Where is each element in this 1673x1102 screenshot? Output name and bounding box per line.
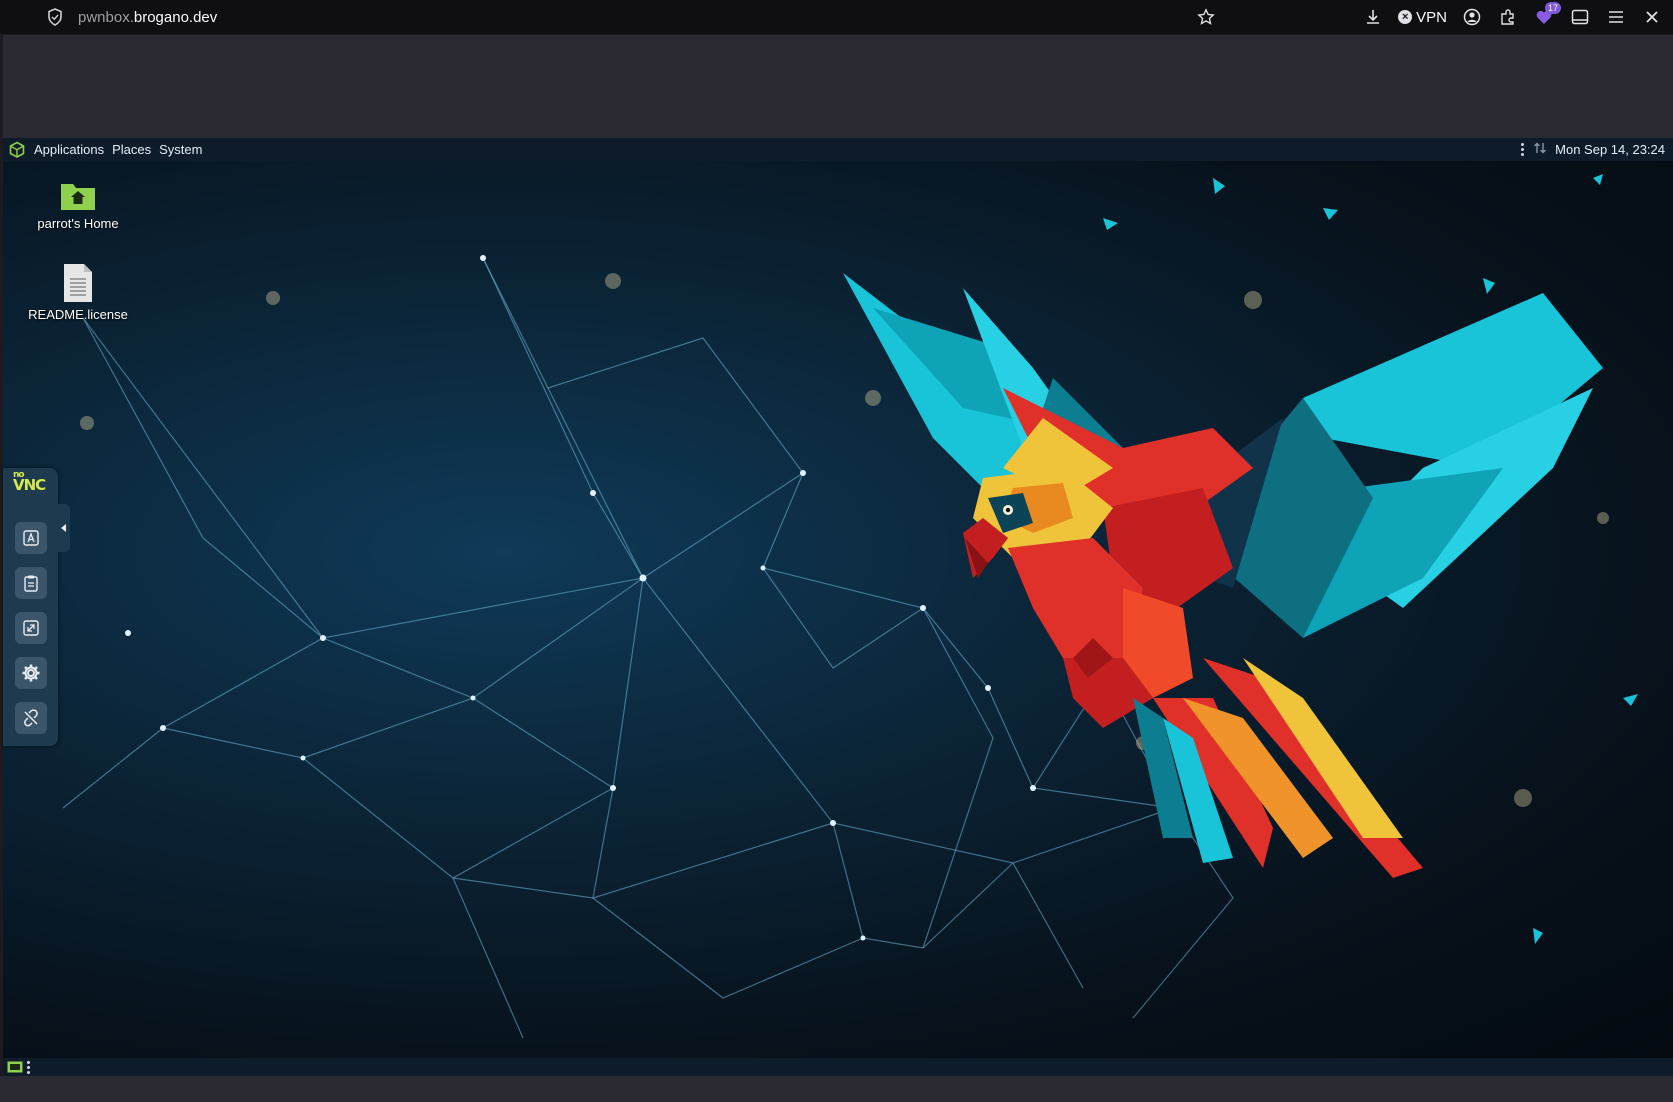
parrot-illustration: [843, 273, 1603, 878]
panel-right: Mon Sep 14, 23:24: [1521, 138, 1665, 161]
hamburger-menu-icon[interactable]: [1605, 6, 1627, 28]
chevron-left-icon: [61, 524, 66, 532]
clipboard-icon: [24, 575, 38, 592]
vpn-button[interactable]: × VPN: [1398, 9, 1447, 26]
browser-toolbar: pwnbox.brogano.dev × VPN 17: [0, 0, 1673, 34]
gear-icon: [22, 664, 40, 682]
bottom-panel-handle-icon[interactable]: [27, 1060, 31, 1074]
home-folder-icon: [61, 184, 95, 210]
novnc-bar-handle[interactable]: [58, 504, 70, 552]
bookmark-star-icon[interactable]: [1195, 6, 1217, 28]
panel-handle-icon[interactable]: [1521, 143, 1525, 156]
menu-places[interactable]: Places: [112, 142, 151, 157]
show-desktop-icon[interactable]: [7, 1061, 23, 1073]
settings-button[interactable]: [15, 657, 47, 689]
close-icon[interactable]: [1641, 6, 1663, 28]
novnc-logo-prefix: no: [13, 470, 25, 480]
extension-badge: 17: [1544, 2, 1561, 14]
download-icon[interactable]: [1362, 6, 1384, 28]
menu-system[interactable]: System: [159, 142, 202, 157]
desktop-top-panel: Applications Places System Mon Sep 14, 2…: [3, 138, 1673, 161]
page-bottom-area: [0, 1076, 1673, 1102]
desktop-icon-label: parrot's Home: [37, 216, 119, 231]
extensions-puzzle-icon[interactable]: [1497, 6, 1519, 28]
network-arrows-icon[interactable]: [1533, 141, 1547, 158]
url-host: brogano.dev: [133, 8, 218, 26]
url-prefix: pwnbox.: [78, 8, 134, 26]
parrot-menu-icon[interactable]: [8, 141, 26, 159]
parrot-wallpaper: [62, 146, 1638, 1039]
url-text[interactable]: pwnbox.brogano.dev: [78, 9, 217, 26]
novnc-control-bar: no VNC: [3, 468, 58, 746]
url-bar[interactable]: pwnbox.brogano.dev: [44, 0, 217, 34]
clock[interactable]: Mon Sep 14, 23:24: [1555, 142, 1665, 157]
keyboard-button[interactable]: [15, 522, 47, 554]
page-blank-area: [3, 35, 1673, 138]
extension-heart-icon[interactable]: 17: [1533, 2, 1561, 28]
fullscreen-icon: [23, 620, 39, 636]
disconnect-icon: [24, 709, 38, 727]
text-file-icon: [64, 264, 92, 302]
vpn-disconnected-icon: ×: [1398, 10, 1413, 24]
vnc-desktop[interactable]: Applications Places System Mon Sep 14, 2…: [3, 138, 1673, 1058]
desktop-bottom-panel: [3, 1058, 1673, 1076]
keyboard-icon: [23, 530, 39, 546]
vpn-label: VPN: [1416, 8, 1447, 26]
sidebar-icon[interactable]: [1569, 6, 1591, 28]
desktop-icon-home[interactable]: parrot's Home: [23, 180, 133, 231]
novnc-logo: no VNC: [13, 470, 46, 494]
account-icon[interactable]: [1461, 6, 1483, 28]
clipboard-button[interactable]: [15, 567, 47, 599]
toolbar-right: × VPN 17: [1362, 0, 1663, 34]
menu-applications[interactable]: Applications: [34, 142, 104, 157]
desktop-icon-readme[interactable]: README.license: [23, 263, 133, 322]
shield-icon[interactable]: [44, 6, 66, 28]
desktop-icon-label: README.license: [28, 307, 128, 322]
disconnect-button[interactable]: [15, 702, 47, 734]
fullscreen-button[interactable]: [15, 612, 47, 644]
